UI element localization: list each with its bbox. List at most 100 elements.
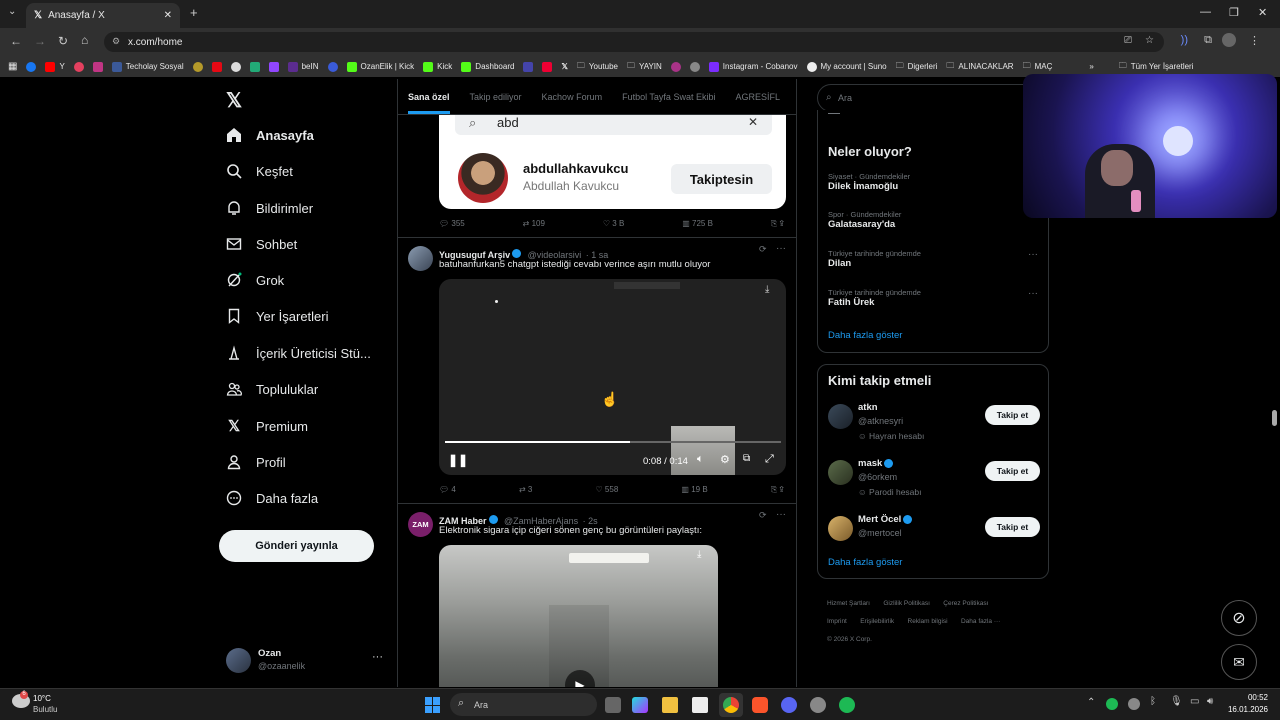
- pip-icon[interactable]: ⧉: [743, 453, 750, 464]
- trend-item[interactable]: Siyaset · Gündemdekiler Dilek İmamoğlu: [828, 172, 1040, 192]
- y-site-icon[interactable]: [542, 61, 553, 72]
- more-dots-icon[interactable]: ···: [1028, 249, 1038, 260]
- like-action[interactable]: ♡ 3 B: [603, 219, 624, 229]
- account-switcher[interactable]: Ozan @ozaanelik ···: [226, 647, 390, 675]
- sidebar-item-creator-studio[interactable]: İçerik Üreticisi Stü...: [226, 341, 371, 365]
- bookmark-digerleri[interactable]: 🗀 Digerleri: [896, 60, 938, 74]
- play-icon[interactable]: [327, 61, 338, 72]
- post-video[interactable]: ⤓ ▶: [439, 545, 718, 687]
- grok-explain-icon[interactable]: ⟳: [759, 244, 767, 255]
- more-dots-icon[interactable]: ···: [776, 509, 786, 520]
- bookmark-yayin[interactable]: 🗀 YAYIN: [627, 60, 662, 74]
- instagram-icon[interactable]: [92, 61, 103, 72]
- chrome-menu-icon[interactable]: ⋮: [1249, 34, 1260, 47]
- tray-chevron-icon[interactable]: ⌃: [1087, 697, 1095, 708]
- more-bookmarks-icon[interactable]: »: [1089, 62, 1093, 71]
- trend-item[interactable]: Türkiye tarihinde gündemde Dilan: [828, 249, 1028, 269]
- more-dots-icon[interactable]: ···: [1028, 288, 1038, 299]
- tray-app-icon[interactable]: [1128, 698, 1140, 710]
- more-dots-icon[interactable]: ···: [776, 243, 786, 254]
- bookmark-icon[interactable]: ⎘ ⇪: [771, 219, 784, 229]
- minimize-icon[interactable]: —: [1200, 6, 1211, 18]
- footer-link[interactable]: Hizmet Şartları: [827, 600, 870, 607]
- back-icon[interactable]: ←: [10, 34, 22, 48]
- profile-avatar-icon[interactable]: [1222, 33, 1236, 47]
- suggested-user[interactable]: mask @6orkem ☺ Parodi hesabı Takip et: [828, 457, 1040, 503]
- sidebar-item-notifications[interactable]: Bildirimler: [226, 196, 313, 220]
- bookmark-suno[interactable]: My account | Suno: [806, 61, 887, 72]
- avatar[interactable]: [408, 246, 433, 271]
- sidebar-item-communities[interactable]: Topluluklar: [226, 377, 318, 401]
- bookmark-instagram-cobanov[interactable]: Instagram - Cobanov: [708, 61, 798, 72]
- bookmark-dashboard[interactable]: Dashboard: [461, 61, 514, 72]
- trend-item[interactable]: Spor · Gündemdekiler Galatasaray'da: [828, 210, 1040, 230]
- chrome-taskbar-item[interactable]: [719, 693, 743, 717]
- reply-action[interactable]: 💬︎ 4: [439, 485, 456, 495]
- clock-date[interactable]: 16.01.2026: [1223, 705, 1268, 714]
- views-action[interactable]: ▥ 725 B: [682, 219, 713, 229]
- views-action[interactable]: ▥ 19 B: [681, 485, 707, 495]
- post-button[interactable]: Gönderi yayınla: [219, 530, 374, 562]
- extensions-icon[interactable]: ⧉: [1204, 34, 1212, 47]
- bookmark-star-icon[interactable]: ☆: [1145, 35, 1154, 46]
- sidebar-item-explore[interactable]: Keşfet: [226, 159, 293, 183]
- x-bookmark-icon[interactable]: 𝕏: [561, 62, 567, 71]
- network-icon[interactable]: ▭: [1190, 696, 1199, 707]
- grok-floating-button[interactable]: ⊘: [1221, 600, 1257, 636]
- facebook-icon[interactable]: [26, 61, 37, 72]
- download-icon[interactable]: ⤓: [765, 284, 769, 295]
- video-player[interactable]: ⤓ ❚❚ 0:08 / 0:14 🔈︎ ⚙ ⧉ ⤢: [439, 279, 786, 475]
- all-bookmarks[interactable]: 🗀 Tüm Yer İşaretleri: [1119, 60, 1194, 74]
- new-tab-icon[interactable]: +: [190, 5, 198, 20]
- spotify-icon[interactable]: [839, 697, 855, 713]
- start-windows-icon[interactable]: [425, 697, 441, 713]
- post[interactable]: ZAM ZAM Haber @ZamHaberAjans · 2s ⟳ ··· …: [398, 504, 796, 687]
- window-close-icon[interactable]: ✕: [1258, 6, 1267, 19]
- globe-icon[interactable]: [689, 61, 700, 72]
- league-icon[interactable]: [192, 61, 203, 72]
- footer-link[interactable]: Çerez Politikası: [943, 600, 988, 607]
- tab-search-chevron-icon[interactable]: ⌄: [8, 6, 16, 17]
- site-icon[interactable]: [523, 61, 534, 72]
- show-more-trends-link[interactable]: Daha fazla göster: [828, 330, 902, 341]
- trend-item[interactable]: Türkiye tarihinde gündemde Fatih Ürek: [828, 288, 1028, 308]
- sidebar-item-chat[interactable]: Sohbet: [226, 232, 297, 256]
- pinterest-icon[interactable]: [73, 61, 84, 72]
- weather-temp[interactable]: 10°C: [33, 694, 51, 703]
- address-bar[interactable]: ⚙ x.com/home ⎚ ☆: [104, 32, 1164, 52]
- show-more-users-link[interactable]: Daha fazla göster: [828, 557, 902, 568]
- vpn-icon[interactable]: [249, 61, 260, 72]
- bookmark-mac[interactable]: 🗀 MAÇ: [1023, 60, 1053, 74]
- suggested-user[interactable]: Mert Öcel @mertocel Takip et: [828, 513, 1040, 547]
- sidebar-item-premium[interactable]: 𝕏 Premium: [226, 414, 308, 438]
- follow-button[interactable]: Takip et: [985, 405, 1040, 425]
- browser-tab[interactable]: 𝕏 Anasayfa / X ✕: [26, 3, 180, 28]
- bookmark-kick[interactable]: Kick: [423, 61, 452, 72]
- settings-icon[interactable]: ⚙: [720, 453, 730, 466]
- fullscreen-icon[interactable]: ⤢: [765, 453, 774, 466]
- extension-icon[interactable]: )): [1181, 34, 1188, 46]
- site-info-icon[interactable]: ⚙: [112, 36, 120, 47]
- tab-following[interactable]: Takip ediliyor: [470, 92, 522, 102]
- tab-futbol-tayfa[interactable]: Futbol Tayfa Swat Ekibi: [622, 92, 715, 102]
- follow-button[interactable]: Takip et: [985, 517, 1040, 537]
- search-input[interactable]: ⌕ Ara: [817, 84, 1049, 112]
- taskbar-search[interactable]: ⌕ Ara: [450, 693, 597, 716]
- footer-link[interactable]: Gizlilik Politikası: [883, 600, 930, 607]
- footer-link[interactable]: Daha fazla ···: [961, 618, 1000, 625]
- clock-time[interactable]: 00:52: [1228, 693, 1268, 702]
- repost-action[interactable]: ⇄ 109: [523, 219, 545, 229]
- maximize-icon[interactable]: ❐: [1229, 6, 1239, 19]
- home-icon[interactable]: ⌂: [81, 33, 88, 47]
- bluetooth-icon[interactable]: ᛒ: [1150, 696, 1156, 707]
- install-app-icon[interactable]: ⎚: [1124, 35, 1132, 46]
- discord-icon[interactable]: [781, 697, 797, 713]
- sidebar-item-profile[interactable]: Profil: [226, 450, 286, 474]
- grok-explain-icon[interactable]: ⟳: [759, 510, 767, 521]
- brave-icon[interactable]: [752, 697, 768, 713]
- download-icon[interactable]: ⤓: [697, 549, 701, 560]
- footer-link[interactable]: Erişilebilirlik: [860, 618, 894, 625]
- apps-grid-icon[interactable]: ▦: [8, 61, 17, 72]
- sidebar-item-grok[interactable]: Grok: [226, 268, 284, 292]
- volume-icon[interactable]: 🔊︎: [1207, 696, 1213, 707]
